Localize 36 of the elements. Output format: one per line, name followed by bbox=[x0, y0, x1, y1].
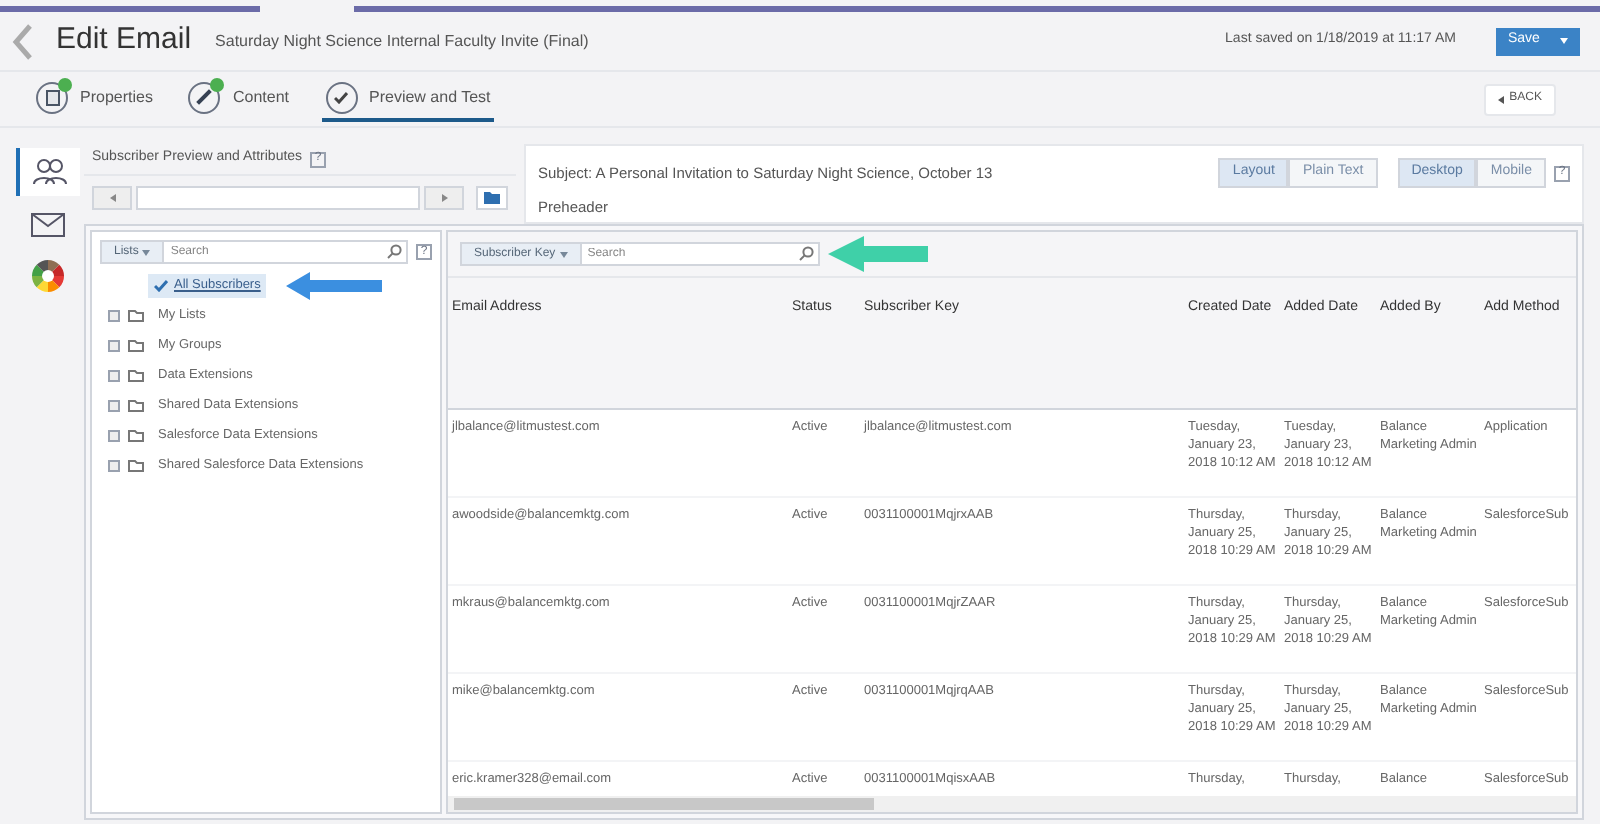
previous-button[interactable] bbox=[92, 186, 132, 210]
folder-icon bbox=[128, 430, 144, 442]
step-tab[interactable]: Content bbox=[184, 77, 293, 121]
expand-icon[interactable] bbox=[108, 310, 120, 322]
email-name: Saturday Night Science Internal Faculty Invite (Final) bbox=[215, 29, 589, 53]
folder-icon bbox=[484, 192, 500, 204]
expand-icon[interactable] bbox=[108, 400, 120, 412]
arrow-annotation-icon bbox=[286, 272, 383, 300]
folder-button[interactable] bbox=[476, 186, 508, 210]
caret-icon bbox=[1560, 38, 1568, 44]
step-tab[interactable]: Properties bbox=[32, 77, 157, 121]
folder-icon bbox=[128, 400, 144, 412]
search-icon[interactable] bbox=[798, 246, 814, 262]
arrow-annotation-icon bbox=[828, 236, 928, 272]
next-button[interactable] bbox=[424, 186, 464, 210]
back-chevron-icon[interactable] bbox=[12, 23, 32, 59]
caret-right-icon bbox=[441, 194, 447, 202]
folder-icon bbox=[128, 340, 144, 352]
horizontal-scrollbar[interactable] bbox=[448, 796, 1576, 812]
search-icon[interactable] bbox=[386, 244, 402, 260]
step-tab[interactable]: Preview and Test bbox=[321, 77, 495, 121]
people-icon[interactable] bbox=[16, 148, 80, 196]
folder-icon bbox=[128, 370, 144, 382]
subscriber-input[interactable] bbox=[136, 186, 420, 210]
caret-left-icon bbox=[1497, 95, 1504, 103]
expand-icon[interactable] bbox=[108, 340, 120, 352]
caret-left-icon bbox=[109, 194, 115, 202]
expand-icon[interactable] bbox=[108, 460, 120, 472]
folder-icon bbox=[128, 460, 144, 472]
check-icon bbox=[154, 280, 168, 292]
page-title: Edit Email bbox=[56, 20, 192, 61]
expand-icon[interactable] bbox=[108, 370, 120, 382]
folder-icon bbox=[128, 310, 144, 322]
caret-icon bbox=[559, 251, 568, 257]
expand-icon[interactable] bbox=[108, 430, 120, 442]
caret-icon bbox=[142, 249, 151, 255]
